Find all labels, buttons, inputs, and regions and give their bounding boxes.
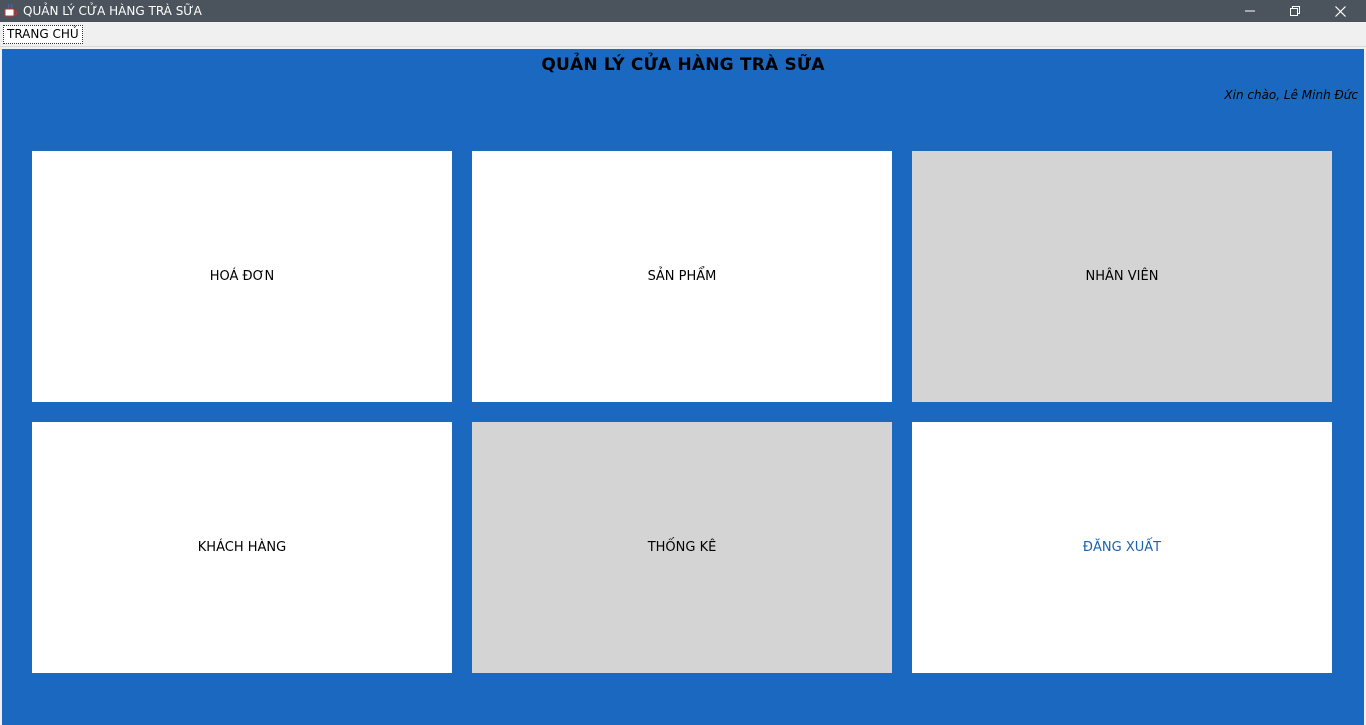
minimize-button[interactable] (1227, 0, 1272, 22)
restore-icon (1289, 6, 1300, 16)
products-button-label: SẢN PHẨM (647, 269, 717, 284)
main-panel: QUẢN LÝ CỬA HÀNG TRÀ SỮA Xin chào, Lê Mi… (2, 49, 1364, 725)
menu-bar: TRANG CHỦ (0, 22, 1366, 47)
window-title: QUẢN LÝ CỬA HÀNG TRÀ SỮA (23, 4, 202, 18)
logout-button-label: ĐĂNG XUẤT (1082, 540, 1162, 555)
greeting-label: Xin chào, Lê Minh Đức (1224, 88, 1358, 102)
employees-button[interactable]: NHÂN VIÊN (912, 151, 1332, 402)
customers-button-label: KHÁCH HÀNG (197, 540, 287, 555)
logout-button[interactable]: ĐĂNG XUẤT (912, 422, 1332, 673)
menu-item-trang-chu[interactable]: TRANG CHỦ (3, 25, 83, 44)
invoices-button[interactable]: HOÁ ĐƠN (32, 151, 452, 402)
close-icon (1335, 5, 1346, 17)
statistics-button-label: THỐNG KÊ (647, 540, 717, 555)
products-button[interactable]: SẢN PHẨM (472, 151, 892, 402)
customers-button[interactable]: KHÁCH HÀNG (32, 422, 452, 673)
window-titlebar: QUẢN LÝ CỬA HÀNG TRÀ SỮA (0, 0, 1366, 22)
statistics-button[interactable]: THỐNG KÊ (472, 422, 892, 673)
restore-button[interactable] (1272, 0, 1317, 22)
employees-button-label: NHÂN VIÊN (1085, 269, 1159, 284)
page-title: QUẢN LÝ CỬA HÀNG TRÀ SỮA (541, 55, 825, 75)
invoices-button-label: HOÁ ĐƠN (209, 269, 275, 284)
java-cup-icon (4, 3, 18, 18)
close-button[interactable] (1318, 0, 1363, 22)
minimize-icon (1244, 10, 1255, 12)
